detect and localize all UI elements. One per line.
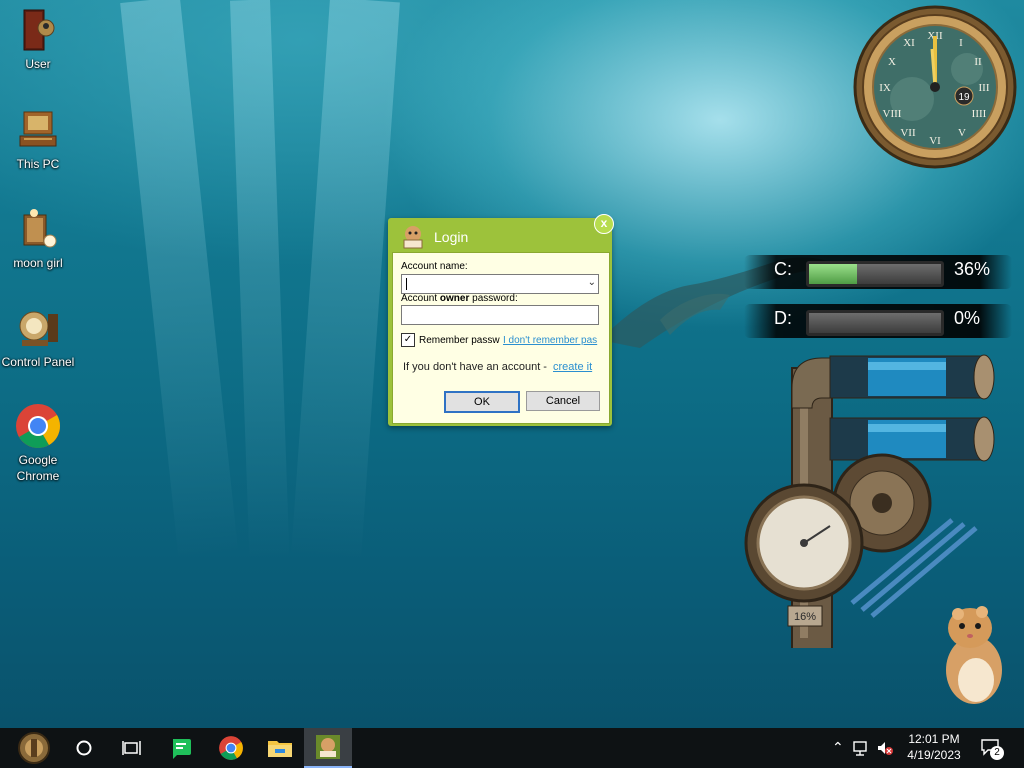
remember-password-checkbox[interactable]: ✓	[401, 333, 415, 347]
green-app-icon	[173, 739, 191, 759]
desktop-icon-google-chrome[interactable]: Google Chrome	[0, 402, 76, 484]
drive-usage-bar	[806, 261, 944, 287]
start-button[interactable]	[10, 728, 58, 768]
clock-numeral: III	[979, 82, 990, 94]
forgot-password-link[interactable]: I don't remember pas	[503, 335, 597, 346]
no-account-text: If you don't have an account -	[403, 361, 547, 373]
drive-percent: 0%	[954, 308, 981, 328]
dialog-title: Login	[434, 229, 469, 245]
create-account-link[interactable]: create it	[553, 361, 592, 373]
task-view-icon	[122, 741, 141, 755]
chevron-up-icon[interactable]: ⌃	[832, 739, 844, 756]
clock-numeral: II	[974, 56, 982, 68]
desktop-icon-label: moon girl	[13, 256, 63, 270]
cancel-button[interactable]: Cancel	[526, 391, 600, 411]
password-label-pre: Account	[401, 293, 440, 304]
task-view-button[interactable]	[108, 728, 156, 768]
clock-tray[interactable]: 12:01 PM 4/19/2023	[902, 731, 966, 763]
moon-girl-icon	[23, 209, 57, 248]
close-button[interactable]: x	[594, 214, 614, 234]
drive-percent: 36%	[954, 259, 991, 279]
account-name-label: Account name:	[401, 261, 468, 272]
clock-numeral: X	[888, 56, 896, 68]
user-folder-icon	[23, 9, 55, 51]
this-pc-icon	[19, 111, 57, 147]
sun-ray	[120, 0, 239, 561]
password-label-bold: owner	[439, 293, 470, 304]
clock-numeral: VI	[929, 135, 941, 147]
clock-numeral: IX	[879, 82, 891, 94]
notification-count-badge: 2	[990, 746, 1004, 760]
desktop-icon-moon-girl[interactable]: moon girl	[0, 205, 76, 271]
dialog-body: Account name: ⌄ Account owner password: …	[392, 252, 610, 424]
desktop-icon-this-pc[interactable]: This PC	[0, 106, 76, 172]
close-icon: x	[600, 216, 608, 230]
clock-numeral: VIII	[883, 108, 902, 120]
clock-date: 19	[958, 92, 970, 103]
taskbar-chrome[interactable]	[207, 728, 255, 768]
tray-date: 4/19/2023	[907, 748, 961, 762]
control-panel-icon	[19, 311, 58, 346]
cortana-button[interactable]	[60, 728, 108, 768]
volume-muted-icon[interactable]	[876, 740, 894, 756]
tray-time: 12:01 PM	[908, 732, 960, 746]
chrome-icon	[16, 404, 60, 448]
desktop-icon-label: Google Chrome	[16, 453, 60, 483]
drive-label: C:	[774, 259, 792, 279]
password-label-post: password:	[469, 293, 518, 304]
drive-meter-c[interactable]: C: 36%	[744, 255, 1012, 289]
drive-label: D:	[774, 308, 792, 328]
notification-center-button[interactable]: 2	[980, 738, 1004, 760]
chrome-icon	[219, 736, 243, 760]
clock-widget[interactable]: XII I II III IIII V VI VII VIII IX X XI …	[852, 4, 1018, 170]
login-dialog: Login x Account name: ⌄ Account owner pa…	[388, 214, 614, 426]
desktop-icon-label: Control Panel	[1, 355, 75, 369]
start-gear-icon	[18, 732, 50, 764]
password-field[interactable]	[401, 305, 599, 325]
login-app-icon	[316, 735, 340, 759]
taskbar-green-app[interactable]	[157, 728, 205, 768]
password-label: Account owner password:	[401, 293, 518, 304]
account-name-combobox[interactable]: ⌄	[401, 274, 599, 294]
drive-meter-d[interactable]: D: 0%	[744, 304, 1012, 338]
taskbar-login-app[interactable]	[304, 728, 352, 768]
clock-numeral: V	[958, 127, 966, 139]
cpu-percent: 16%	[794, 611, 816, 623]
file-explorer-icon	[268, 741, 292, 757]
remember-password-label: Remember passw	[419, 335, 500, 346]
ok-button[interactable]: OK	[444, 391, 520, 413]
hamster-widget[interactable]	[938, 604, 1008, 708]
taskbar: ⌃ 12:01 PM 4/19/2023 2	[0, 728, 1024, 768]
chevron-down-icon[interactable]: ⌄	[588, 277, 596, 288]
cpu-gauge-widget[interactable]: 16%	[742, 348, 998, 648]
desktop-icon-control-panel[interactable]: Control Panel	[0, 304, 76, 370]
login-app-icon	[403, 226, 423, 249]
drive-usage-fill	[809, 264, 857, 284]
clock-numeral: IIII	[972, 108, 987, 120]
text-caret	[406, 278, 407, 290]
sun-ray	[291, 0, 400, 562]
taskbar-file-explorer[interactable]	[256, 728, 304, 768]
drive-usage-bar	[806, 310, 944, 336]
network-icon[interactable]	[852, 740, 870, 756]
cortana-circle-icon	[76, 740, 92, 756]
desktop-icon-user[interactable]: User	[0, 6, 76, 72]
clock-numeral: XI	[903, 37, 915, 49]
clock-numeral: I	[959, 37, 963, 49]
clock-numeral: VII	[900, 127, 916, 139]
desktop-icon-label: This PC	[16, 157, 60, 171]
sun-ray	[230, 0, 290, 561]
desktop-icon-label: User	[25, 57, 51, 71]
